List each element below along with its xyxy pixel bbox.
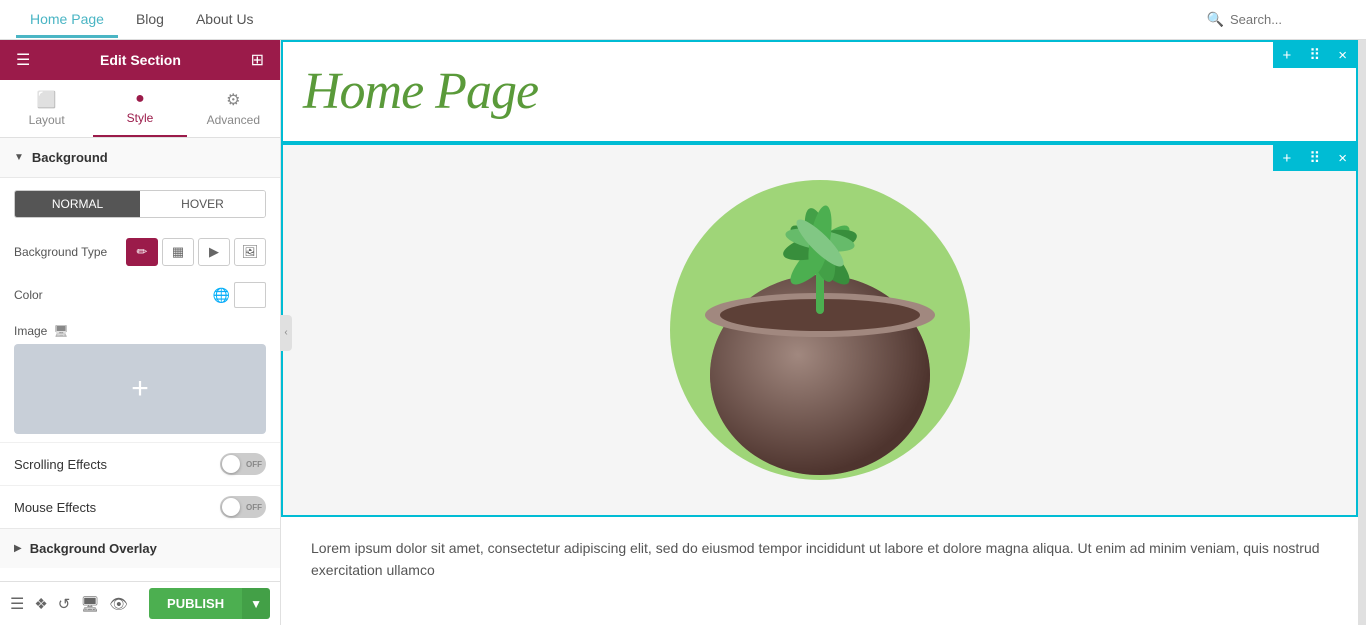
publish-button[interactable]: PUBLISH — [149, 588, 242, 619]
monitor-icon: 🖥 — [53, 324, 68, 338]
normal-hover-toggle: NORMAL HOVER — [14, 190, 266, 218]
normal-button[interactable]: NORMAL — [15, 191, 140, 217]
section-move-button-2[interactable]: ⠿ — [1300, 145, 1329, 171]
top-nav-bar: Home Page Blog About Us 🔍 — [0, 0, 1366, 40]
responsive-icon[interactable]: 🖥 — [80, 595, 99, 613]
bg-type-slideshow-btn[interactable]: 🖼 — [234, 238, 266, 266]
mouse-toggle-track: OFF — [220, 496, 266, 518]
scrolling-effects-label: Scrolling Effects — [14, 457, 220, 472]
nav-tab-blog[interactable]: Blog — [122, 3, 178, 37]
image-upload-area[interactable]: + — [14, 344, 266, 434]
panel-content: ▼ Background NORMAL HOVER Background Typ… — [0, 138, 280, 581]
tab-style-label: Style — [127, 111, 154, 125]
templates-icon[interactable]: ❖ — [34, 595, 47, 613]
globe-icon[interactable]: 🌐 — [213, 287, 230, 304]
section-close-button-1[interactable]: × — [1329, 42, 1356, 68]
tab-layout[interactable]: ⬜ Layout — [0, 80, 93, 137]
homepage-title: Home Page — [303, 62, 1326, 121]
color-controls: 🌐 — [213, 282, 266, 308]
section-add-button-2[interactable]: + — [1273, 145, 1300, 171]
left-panel: ☰ Edit Section ⊞ ⬜ Layout ● Style ⚙ Adva… — [0, 40, 281, 625]
color-swatch[interactable] — [234, 282, 266, 308]
canvas-area: + ⠿ × Home Page + ⠿ × — [281, 40, 1358, 625]
mouse-effects-label: Mouse Effects — [14, 500, 220, 515]
search-bar: 🔍 — [1207, 11, 1350, 28]
bg-type-color-btn[interactable]: ✏ — [126, 238, 158, 266]
search-icon: 🔍 — [1207, 11, 1224, 28]
plant-image — [665, 175, 975, 485]
bg-type-gradient-btn[interactable]: ▦ — [162, 238, 194, 266]
tab-layout-label: Layout — [29, 113, 65, 127]
scrolling-effects-toggle[interactable]: OFF — [220, 453, 266, 475]
hover-button[interactable]: HOVER — [140, 191, 265, 217]
tab-advanced[interactable]: ⚙ Advanced — [187, 80, 280, 137]
image-section: + ⠿ × — [281, 143, 1358, 517]
mouse-off-label: OFF — [246, 503, 262, 512]
scrolling-effects-row: Scrolling Effects OFF — [0, 442, 280, 485]
nav-tab-homepage[interactable]: Home Page — [16, 3, 118, 38]
section-close-button-2[interactable]: × — [1329, 145, 1356, 171]
panel-menu-icon[interactable]: ☰ — [16, 50, 30, 70]
right-scrollbar[interactable] — [1358, 40, 1366, 625]
color-label: Color — [14, 288, 213, 302]
lorem-section: Lorem ipsum dolor sit amet, consectetur … — [281, 517, 1358, 602]
nav-tab-aboutus[interactable]: About Us — [182, 3, 268, 37]
style-icon: ● — [135, 90, 145, 108]
scrolling-toggle-track: OFF — [220, 453, 266, 475]
image-row: Image 🖥 + — [0, 316, 280, 442]
main-layout: ☰ Edit Section ⊞ ⬜ Layout ● Style ⚙ Adva… — [0, 40, 1366, 625]
background-section-header[interactable]: ▼ Background — [0, 138, 280, 178]
image-label-row: Image 🖥 — [14, 324, 266, 338]
search-input[interactable] — [1230, 12, 1350, 27]
mouse-toggle-knob — [222, 498, 240, 516]
bg-type-label: Background Type — [14, 245, 126, 259]
homepage-content: Home Page — [283, 42, 1356, 141]
mouse-effects-row: Mouse Effects OFF — [0, 485, 280, 528]
scrolling-toggle-knob — [222, 455, 240, 473]
scrolling-off-label: OFF — [246, 460, 262, 469]
upload-plus-icon: + — [131, 372, 149, 406]
panel-grid-icon[interactable]: ⊞ — [251, 50, 264, 70]
section-add-button-1[interactable]: + — [1273, 42, 1300, 68]
homepage-section: + ⠿ × Home Page — [281, 40, 1358, 143]
publish-group: PUBLISH ▼ — [149, 588, 270, 619]
nav-tabs-container: Home Page Blog About Us — [16, 3, 268, 37]
lorem-text: Lorem ipsum dolor sit amet, consectetur … — [311, 537, 1328, 582]
image-section-toolbar: + ⠿ × — [1273, 145, 1356, 171]
image-content — [283, 145, 1356, 515]
panel-tabs: ⬜ Layout ● Style ⚙ Advanced — [0, 80, 280, 138]
tab-advanced-label: Advanced — [207, 113, 260, 127]
image-label-text: Image — [14, 324, 47, 338]
mouse-effects-toggle[interactable]: OFF — [220, 496, 266, 518]
background-arrow-icon: ▼ — [14, 152, 24, 163]
homepage-section-toolbar: + ⠿ × — [1273, 42, 1356, 68]
history-icon[interactable]: ↺ — [58, 595, 71, 613]
bg-type-video-btn[interactable]: ▶ — [198, 238, 230, 266]
bg-type-row: Background Type ✏ ▦ ▶ 🖼 — [0, 230, 280, 274]
overlay-title: Background Overlay — [30, 541, 157, 556]
layout-icon: ⬜ — [37, 90, 57, 110]
collapse-handle[interactable]: ‹ — [280, 315, 292, 351]
background-title: Background — [32, 150, 108, 165]
overlay-arrow-icon: ▶ — [14, 543, 22, 554]
advanced-icon: ⚙ — [226, 90, 240, 110]
layers-icon[interactable]: ☰ — [10, 594, 24, 614]
preview-icon[interactable]: 👁 — [109, 595, 128, 613]
panel-title: Edit Section — [100, 52, 181, 68]
bottom-toolbar: ☰ ❖ ↺ 🖥 👁 PUBLISH ▼ — [0, 581, 280, 625]
section-move-button-1[interactable]: ⠿ — [1300, 42, 1329, 68]
tab-style[interactable]: ● Style — [93, 80, 186, 137]
bg-overlay-header[interactable]: ▶ Background Overlay — [0, 528, 280, 568]
color-row: Color 🌐 — [0, 274, 280, 316]
bg-type-group: ✏ ▦ ▶ 🖼 — [126, 238, 266, 266]
panel-header: ☰ Edit Section ⊞ — [0, 40, 280, 80]
publish-dropdown-button[interactable]: ▼ — [242, 588, 270, 619]
